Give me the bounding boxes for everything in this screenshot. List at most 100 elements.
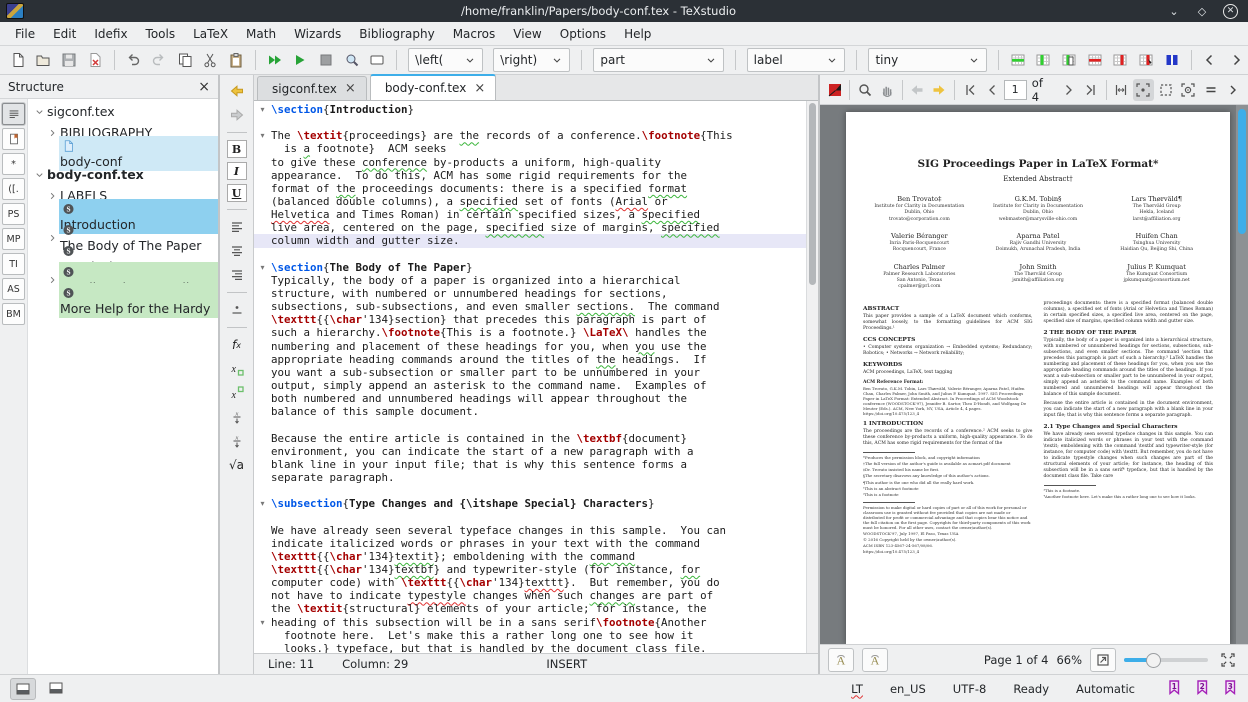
- cut-icon[interactable]: [199, 48, 223, 72]
- fold-marker-icon[interactable]: ▾: [254, 618, 271, 627]
- minimize-icon[interactable]: ⌄: [1167, 4, 1181, 18]
- subscript-button[interactable]: x: [226, 359, 248, 379]
- bookmark-flag-2[interactable]: 2: [1194, 679, 1210, 698]
- structure-item-body-conf-tex[interactable]: body-conf.tex: [28, 164, 218, 185]
- sidepanel-tab-structure[interactable]: [2, 103, 25, 125]
- fold-marker-icon[interactable]: ▾: [254, 499, 271, 508]
- open-folder-icon[interactable]: [32, 48, 56, 72]
- status-utf-8[interactable]: UTF-8: [953, 682, 987, 696]
- sidepanel-tab-symbols[interactable]: *: [2, 153, 25, 175]
- menu-latex[interactable]: LaTeX: [184, 25, 237, 43]
- ref-dropdown[interactable]: label: [747, 48, 846, 72]
- maximize-icon[interactable]: ◇: [1195, 4, 1209, 18]
- underline-button[interactable]: U: [227, 184, 247, 202]
- go-forward-button[interactable]: [226, 105, 248, 125]
- menu-options[interactable]: Options: [551, 25, 615, 43]
- fold-marker-icon[interactable]: ▾: [254, 105, 271, 114]
- next-doc-icon[interactable]: [1224, 48, 1248, 72]
- pdf-scrollbar[interactable]: [1236, 105, 1248, 644]
- last-page-icon[interactable]: [1080, 79, 1101, 101]
- font-size-dropdown[interactable]: tiny: [868, 48, 987, 72]
- align-left-button[interactable]: [226, 217, 248, 237]
- menu-idefix[interactable]: Idefix: [85, 25, 136, 43]
- pdf-fit-window-button[interactable]: [1090, 648, 1116, 672]
- pdf-zoom-slider[interactable]: [1124, 658, 1208, 662]
- tab-sigconf.tex[interactable]: sigconf.tex×: [257, 76, 367, 100]
- tab-close-icon[interactable]: ×: [345, 81, 356, 96]
- structure-item-sigconf-tex[interactable]: sigconf.tex: [28, 101, 218, 122]
- menu-math[interactable]: Math: [237, 25, 285, 43]
- table-add-col-icon[interactable]: [1032, 48, 1056, 72]
- italic-button[interactable]: I: [227, 162, 247, 180]
- tree-chevron-right-icon[interactable]: [45, 188, 59, 204]
- fold-marker-icon[interactable]: ▾: [254, 131, 271, 140]
- menu-macros[interactable]: Macros: [444, 25, 505, 43]
- tab-body-conf.tex[interactable]: body-conf.tex×: [370, 74, 496, 100]
- align-center-button[interactable]: [226, 241, 248, 261]
- menu-view[interactable]: View: [504, 25, 550, 43]
- pdf-page[interactable]: SIG Proceedings Paper in LaTeX Format* E…: [846, 112, 1230, 644]
- structure-item-more-help-for-the-hardy[interactable]: SMore Help for the Hardy: [28, 290, 218, 311]
- table-del-row-icon[interactable]: [1083, 48, 1107, 72]
- sidepanel-tab-beamer[interactable]: BM: [2, 303, 25, 325]
- tree-chevron-right-icon[interactable]: [45, 125, 59, 141]
- toggle-log-panel-icon[interactable]: [44, 678, 68, 698]
- pdf-menu-icon[interactable]: [1200, 79, 1221, 101]
- tree-chevron-down-icon[interactable]: [32, 104, 46, 120]
- sidepanel-tab-bookmarks[interactable]: [2, 128, 25, 150]
- status-en-us[interactable]: en_US: [890, 682, 926, 696]
- table-del-col-icon[interactable]: [1109, 48, 1133, 72]
- table-paste-col-icon[interactable]: [1057, 48, 1081, 72]
- bold-button[interactable]: B: [227, 140, 247, 158]
- save-icon[interactable]: [57, 48, 81, 72]
- paste-icon[interactable]: [224, 48, 248, 72]
- page-number-input[interactable]: 1: [1004, 80, 1027, 100]
- sidepanel-tab-brackets[interactable]: ([.: [2, 178, 25, 200]
- build-view-icon[interactable]: [263, 48, 287, 72]
- menu-tools[interactable]: Tools: [137, 25, 185, 43]
- menu-edit[interactable]: Edit: [44, 25, 85, 43]
- next-page-icon[interactable]: [1058, 79, 1079, 101]
- pdf-page-area[interactable]: SIG Proceedings Paper in LaTeX Format* E…: [820, 105, 1248, 644]
- superscript-button[interactable]: x: [226, 383, 248, 403]
- pdf-forward-icon[interactable]: [929, 79, 950, 101]
- tree-chevron-right-icon[interactable]: [45, 272, 59, 288]
- view-pdf-icon[interactable]: [340, 48, 364, 72]
- redo-icon[interactable]: [147, 48, 171, 72]
- pdf-enlarge-fonts-button[interactable]: A: [862, 648, 888, 672]
- previous-page-icon[interactable]: [981, 79, 1002, 101]
- status-ready[interactable]: Ready: [1013, 682, 1049, 696]
- baseline-button[interactable]: [226, 300, 248, 320]
- table-align-cols-icon[interactable]: [1160, 48, 1184, 72]
- first-page-icon[interactable]: [959, 79, 980, 101]
- prev-doc-icon[interactable]: [1199, 48, 1223, 72]
- pan-tool-icon[interactable]: [876, 79, 897, 101]
- inline-math-button[interactable]: fx: [226, 335, 248, 355]
- table-cut-col-icon[interactable]: [1134, 48, 1158, 72]
- sidepanel-tab-tikz[interactable]: TI: [2, 253, 25, 275]
- undo-icon[interactable]: [122, 48, 146, 72]
- bookmark-flag-1[interactable]: 1: [1166, 679, 1182, 698]
- table-add-row-icon[interactable]: [1006, 48, 1030, 72]
- fraction-button[interactable]: x: [226, 407, 248, 427]
- stop-icon[interactable]: [314, 48, 338, 72]
- copy-icon[interactable]: [173, 48, 197, 72]
- structure-item-body-conf[interactable]: body-conf: [28, 143, 218, 164]
- status-lt[interactable]: LT: [851, 682, 863, 696]
- menu-file[interactable]: File: [6, 25, 44, 43]
- close-icon[interactable]: ✕: [1223, 4, 1238, 19]
- pdf-back-icon[interactable]: [907, 79, 928, 101]
- tree-chevron-right-icon[interactable]: [45, 230, 59, 246]
- fraction-alt-button[interactable]: x: [226, 431, 248, 451]
- toggle-messages-panel-icon[interactable]: [10, 678, 36, 700]
- fit-page-icon[interactable]: [1133, 79, 1154, 101]
- code-editor[interactable]: ▾\section{Introduction}▾The \textit{proc…: [254, 101, 806, 653]
- sidepanel-tab-pstricks[interactable]: PS: [2, 203, 25, 225]
- log-icon[interactable]: [366, 48, 390, 72]
- tree-chevron-down-icon[interactable]: [32, 167, 46, 183]
- menu-wizards[interactable]: Wizards: [285, 25, 350, 43]
- sidepanel-tab-metapost[interactable]: MP: [2, 228, 25, 250]
- editor-scrollbar[interactable]: [806, 101, 818, 653]
- go-back-button[interactable]: [226, 81, 248, 101]
- menu-bibliography[interactable]: Bibliography: [350, 25, 443, 43]
